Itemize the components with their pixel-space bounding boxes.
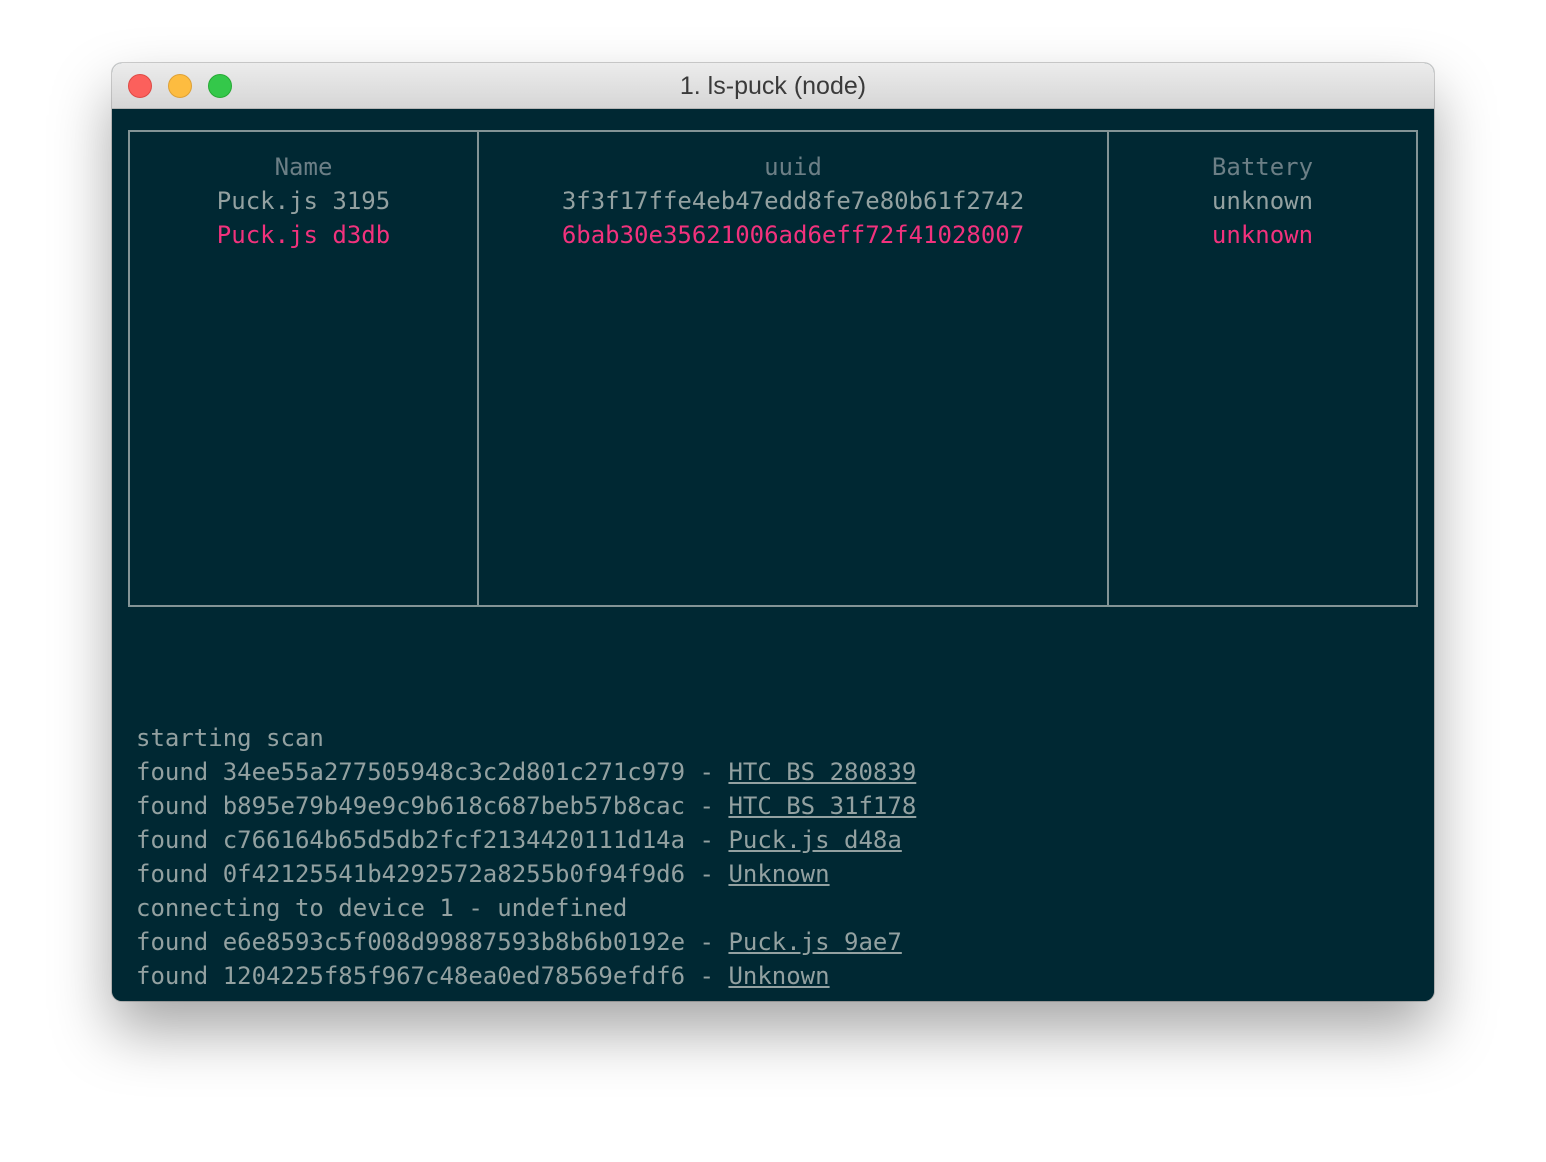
log-separator: - bbox=[685, 826, 729, 854]
device-id: 34ee55a277505948c3c2d801c271c979 bbox=[222, 758, 686, 786]
log-prefix: found bbox=[136, 826, 223, 854]
table-row-battery[interactable]: unknown bbox=[1109, 184, 1416, 218]
device-id: e6e8593c5f008d99887593b8b6b0192e bbox=[222, 928, 686, 956]
table-row-battery-selected[interactable]: unknown bbox=[1109, 218, 1416, 252]
log-line: connecting to device 1 - undefined bbox=[136, 891, 1416, 925]
table-row-name[interactable]: Puck.js 3195 bbox=[130, 184, 477, 218]
battery-header: Battery bbox=[1211, 153, 1314, 181]
device-id: 0f42125541b4292572a8255b0f94f9d6 bbox=[222, 860, 686, 888]
log-line: starting scan bbox=[136, 721, 1416, 755]
device-link[interactable]: Puck.js 9ae7 bbox=[728, 928, 901, 956]
log-separator: - bbox=[685, 962, 729, 990]
log-line: found b895e79b49e9c9b618c687beb57b8cac -… bbox=[136, 789, 1416, 823]
log-line: found c766164b65d5db2fcf2134420111d14a -… bbox=[136, 823, 1416, 857]
device-link[interactable]: Puck.js d48a bbox=[728, 826, 901, 854]
table-row-uuid-selected[interactable]: 6bab30e35621006ad6eff72f41028007 bbox=[479, 218, 1107, 252]
window-title: 1. ls-puck (node) bbox=[679, 72, 867, 100]
log-separator: - bbox=[685, 758, 729, 786]
uuid-column: uuid 3f3f17ffe4eb47edd8fe7e80b61f2742 6b… bbox=[479, 132, 1109, 605]
table-row-name-selected[interactable]: Puck.js d3db bbox=[130, 218, 477, 252]
log-separator: - bbox=[685, 792, 729, 820]
battery-column: Battery unknown unknown bbox=[1109, 132, 1416, 605]
terminal-content[interactable]: Name Puck.js 3195 Puck.js d3db uuid 3f3f… bbox=[112, 109, 1434, 1001]
device-link[interactable]: HTC BS 31f178 bbox=[728, 792, 916, 820]
scan-log: starting scan found 34ee55a277505948c3c2… bbox=[136, 721, 1416, 993]
log-separator: - bbox=[685, 860, 729, 888]
log-line: found 0f42125541b4292572a8255b0f94f9d6 -… bbox=[136, 857, 1416, 891]
log-prefix: found bbox=[136, 962, 223, 990]
log-text: starting scan bbox=[136, 724, 324, 752]
log-text: connecting to device 1 - undefined bbox=[136, 894, 628, 922]
device-link[interactable]: Unknown bbox=[728, 860, 829, 888]
log-separator: - bbox=[685, 928, 729, 956]
device-id: c766164b65d5db2fcf2134420111d14a bbox=[222, 826, 686, 854]
title-bar[interactable]: 1. ls-puck (node) bbox=[112, 63, 1434, 109]
log-line: found e6e8593c5f008d99887593b8b6b0192e -… bbox=[136, 925, 1416, 959]
device-link[interactable]: Unknown bbox=[728, 962, 829, 990]
log-prefix: found bbox=[136, 792, 223, 820]
device-id: b895e79b49e9c9b618c687beb57b8cac bbox=[222, 792, 686, 820]
log-line: found 34ee55a277505948c3c2d801c271c979 -… bbox=[136, 755, 1416, 789]
uuid-header: uuid bbox=[764, 153, 822, 181]
log-prefix: found bbox=[136, 758, 223, 786]
name-header: Name bbox=[274, 153, 333, 181]
device-id: 1204225f85f967c48ea0ed78569efdf6 bbox=[222, 962, 686, 990]
device-link[interactable]: HTC BS 280839 bbox=[728, 758, 916, 786]
device-table: Name Puck.js 3195 Puck.js d3db uuid 3f3f… bbox=[128, 130, 1418, 607]
terminal-window: 1. ls-puck (node) Name Puck.js 3195 Puck… bbox=[112, 63, 1434, 1001]
table-row-uuid[interactable]: 3f3f17ffe4eb47edd8fe7e80b61f2742 bbox=[479, 184, 1107, 218]
log-line: found 1204225f85f967c48ea0ed78569efdf6 -… bbox=[136, 959, 1416, 993]
log-prefix: found bbox=[136, 860, 223, 888]
log-prefix: found bbox=[136, 928, 223, 956]
name-column: Name Puck.js 3195 Puck.js d3db bbox=[130, 132, 479, 605]
